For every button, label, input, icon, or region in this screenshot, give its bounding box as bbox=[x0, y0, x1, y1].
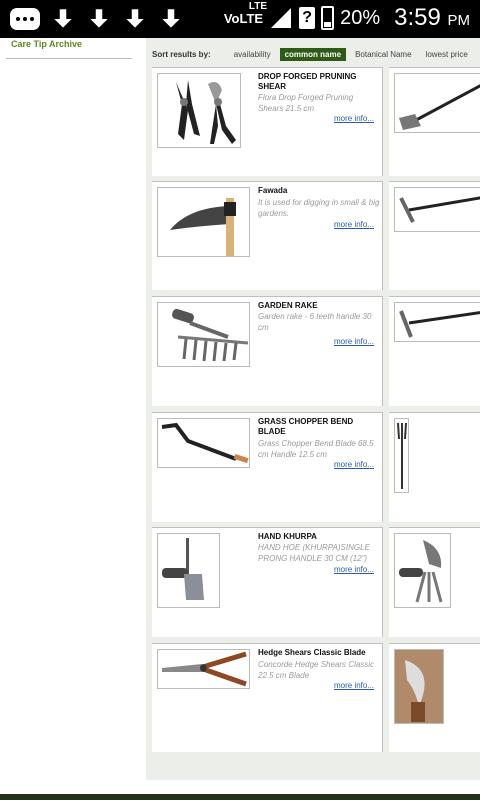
product-image-fawada[interactable] bbox=[157, 187, 250, 257]
product-title[interactable]: GRASS CHOPPER BEND BLADE bbox=[258, 417, 376, 437]
more-info-link[interactable]: more info... bbox=[334, 220, 374, 229]
sort-option-lowest-price[interactable]: lowest price bbox=[421, 48, 473, 61]
product-card bbox=[389, 412, 480, 522]
product-title[interactable]: HAND KHURPA bbox=[258, 532, 376, 542]
sickle-icon bbox=[405, 660, 425, 722]
product-title[interactable]: Fawada bbox=[258, 186, 376, 196]
status-bar: VoLTE LTE ? 20% 3:59 PM bbox=[0, 0, 480, 38]
no-sim-icon: ? bbox=[299, 7, 316, 29]
system-icons: VoLTE LTE ? 20% 3:59 PM bbox=[223, 0, 470, 32]
product-card bbox=[389, 67, 480, 176]
download-icon bbox=[126, 9, 144, 28]
more-info-link[interactable]: more info... bbox=[334, 565, 374, 574]
product-title[interactable]: GARDEN RAKE bbox=[258, 301, 376, 311]
product-card bbox=[389, 643, 480, 752]
signal-icon bbox=[271, 8, 292, 28]
rake-icon bbox=[399, 310, 480, 338]
more-info-link[interactable]: more info... bbox=[334, 460, 374, 469]
product-image-garden-rake[interactable] bbox=[157, 302, 250, 367]
product-image[interactable] bbox=[394, 533, 451, 608]
product-image[interactable] bbox=[394, 302, 480, 342]
product-card bbox=[389, 296, 480, 406]
product-image[interactable] bbox=[394, 649, 444, 724]
product-image-grass-chopper[interactable] bbox=[157, 418, 250, 468]
download-icon bbox=[162, 9, 180, 28]
product-description: HAND HOE (KHURPA)SINGLE PRONG HANDLE 30 … bbox=[258, 543, 370, 563]
download-icon bbox=[54, 9, 72, 28]
bottom-bar bbox=[0, 794, 480, 800]
product-title[interactable]: DROP FORGED PRUNING SHEAR bbox=[258, 72, 376, 92]
notification-icons bbox=[10, 6, 184, 32]
product-description: Flora Drop Forged Pruning Shears 21.5 cm bbox=[258, 93, 354, 113]
product-results: Sort results by: availability common nam… bbox=[146, 38, 480, 780]
product-image-hand-khurpa[interactable] bbox=[157, 533, 220, 608]
product-card bbox=[389, 181, 480, 290]
fork-icon bbox=[397, 422, 407, 489]
garden-rake-icon bbox=[172, 308, 249, 362]
rake-icon bbox=[399, 196, 480, 223]
care-tip-archive-link[interactable]: Care Tip Archive bbox=[11, 39, 82, 49]
download-icon bbox=[90, 9, 108, 28]
product-description: Concorde Hedge Shears Classic 22.5 cm Bl… bbox=[258, 660, 375, 680]
hoe-icon bbox=[399, 84, 480, 130]
sort-option-botanical-name[interactable]: Botanical Name bbox=[350, 48, 416, 61]
product-description: It is used for digging in small & big ga… bbox=[258, 198, 380, 218]
sort-option-availability[interactable]: availability bbox=[229, 48, 276, 61]
pruning-shear-icon bbox=[176, 80, 236, 144]
product-image[interactable] bbox=[394, 187, 480, 232]
battery-icon bbox=[321, 6, 335, 30]
hand-khurpa-icon bbox=[162, 538, 204, 600]
product-description: Garden rake - 6 teeth handle 30 cm bbox=[258, 312, 372, 332]
product-image[interactable] bbox=[394, 73, 480, 133]
product-card: HAND KHURPA HAND HOE (KHURPA)SINGLE PRON… bbox=[152, 527, 383, 637]
product-card: Fawada It is used for digging in small &… bbox=[152, 181, 383, 290]
hand-fork-hoe-icon bbox=[399, 540, 443, 603]
clock: 3:59 PM bbox=[394, 4, 470, 31]
more-info-link[interactable]: more info... bbox=[334, 337, 374, 346]
product-card: Hedge Shears Classic Blade Concorde Hedg… bbox=[152, 643, 383, 752]
more-info-link[interactable]: more info... bbox=[334, 114, 374, 123]
more-info-link[interactable]: more info... bbox=[334, 681, 374, 690]
product-image[interactable] bbox=[394, 418, 409, 493]
sort-label: Sort results by: bbox=[152, 49, 211, 59]
divider bbox=[6, 58, 132, 59]
hedge-shears-icon bbox=[162, 651, 247, 687]
volte-indicator: VoLTE LTE bbox=[223, 0, 268, 26]
grass-chopper-icon bbox=[161, 422, 249, 464]
battery-percent: 20% bbox=[340, 6, 381, 29]
sort-bar: Sort results by: availability common nam… bbox=[152, 46, 480, 62]
product-card bbox=[389, 527, 480, 637]
product-card: DROP FORGED PRUNING SHEAR Flora Drop For… bbox=[152, 67, 383, 176]
sort-option-common-name[interactable]: common name bbox=[279, 47, 347, 61]
product-image-hedge-shears[interactable] bbox=[157, 649, 250, 689]
product-card: GARDEN RAKE Garden rake - 6 teeth handle… bbox=[152, 296, 383, 406]
product-description: Grass Chopper Bend Blade 68.5 cm Handle … bbox=[258, 439, 374, 459]
message-icon bbox=[10, 8, 40, 30]
product-card: GRASS CHOPPER BEND BLADE Grass Chopper B… bbox=[152, 412, 383, 522]
product-image-pruning-shear[interactable] bbox=[157, 73, 241, 148]
sidebar: Care Tip Archive bbox=[0, 38, 146, 780]
fawada-icon bbox=[170, 198, 236, 256]
product-title[interactable]: Hedge Shears Classic Blade bbox=[258, 648, 376, 658]
